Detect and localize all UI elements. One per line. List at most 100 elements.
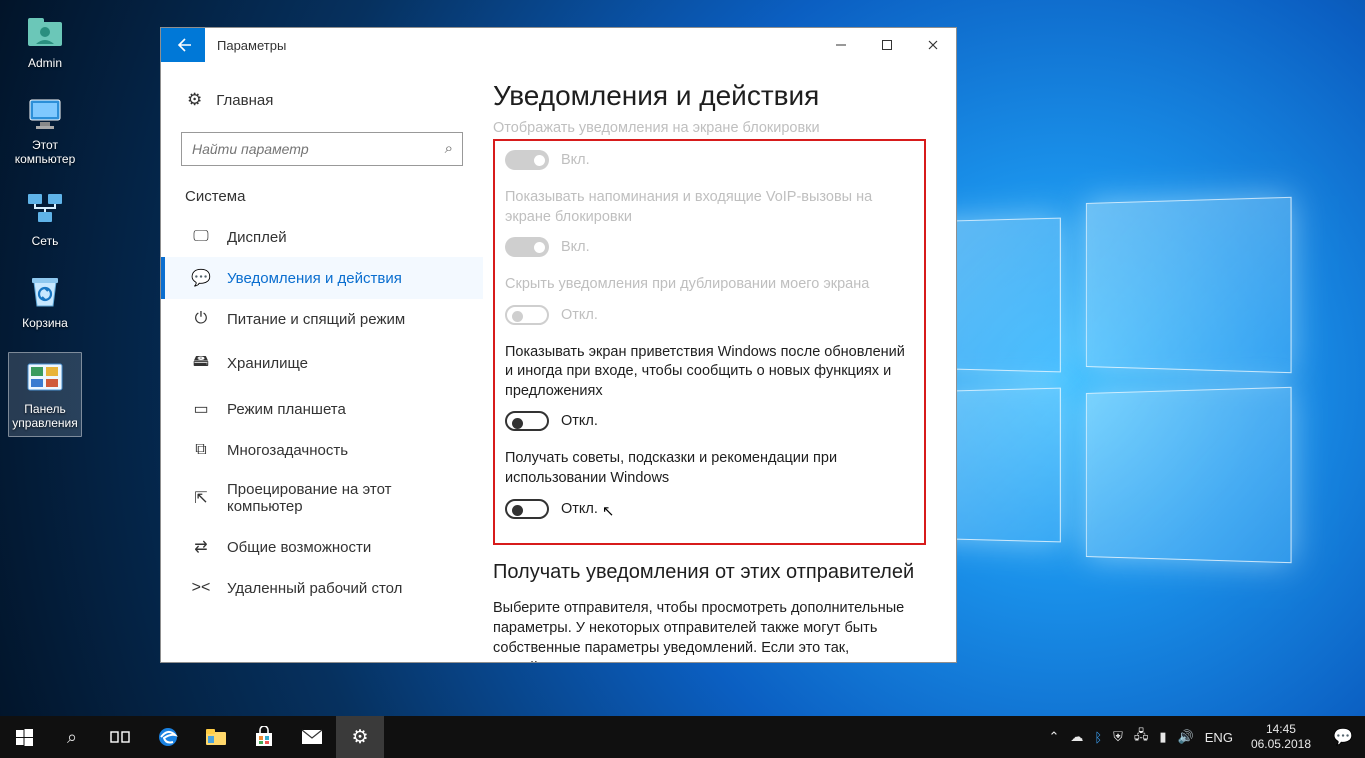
close-button[interactable]	[910, 28, 956, 62]
sidebar-item-display[interactable]: 🖵 Дисплей	[161, 217, 483, 257]
network-icon: 🖧	[1134, 726, 1149, 748]
desktop-icons: Admin Этот компьютер Сеть Корзина Панель…	[8, 10, 88, 459]
sidebar-home-label: Главная	[216, 92, 273, 109]
toggle-welcome-experience[interactable]	[505, 411, 549, 431]
window-title: Параметры	[205, 28, 818, 62]
notifications-icon: 💬	[191, 268, 211, 288]
toggle-hide-when-duplicating[interactable]	[505, 305, 549, 325]
sidebar-item-label: Дисплей	[227, 229, 287, 246]
sidebar-home[interactable]: ⚙ Главная	[161, 82, 483, 118]
windows-icon	[16, 729, 33, 746]
onedrive-icon: ☁	[1070, 729, 1083, 745]
network-icon	[24, 188, 66, 230]
gear-icon: ⚙	[351, 726, 368, 749]
option-label-cut: Отображать уведомления на экране блокиро…	[493, 120, 932, 136]
taskbar-store[interactable]	[240, 716, 288, 758]
desktop-icon-label: Этот компьютер	[8, 138, 82, 166]
desktop-icon-label: Корзина	[8, 316, 82, 330]
sidebar-item-storage[interactable]: 🖴 Хранилище	[161, 339, 483, 388]
content: Уведомления и действия Отображать уведом…	[483, 62, 956, 662]
search-button[interactable]: ⌕	[48, 716, 96, 758]
recycle-bin-icon	[24, 270, 66, 312]
sidebar-item-label: Питание и спящий режим	[227, 311, 405, 328]
desktop-icon-admin[interactable]: Admin	[8, 10, 82, 70]
remote-icon: ><	[191, 579, 211, 597]
gear-icon: ⚙	[187, 90, 202, 110]
sidebar-item-projecting[interactable]: ⇱ Проецирование на этот компьютер	[161, 470, 483, 526]
notification-icon: 💬	[1333, 727, 1353, 747]
clock-time: 14:45	[1251, 722, 1311, 737]
bluetooth-icon: ᛒ	[1094, 730, 1102, 745]
desktop-icon-label: Admin	[8, 56, 82, 70]
system-tray[interactable]: ⌃ ☁ ᛒ ⛨ 🖧 ▮ 🔊 ENG	[1040, 726, 1241, 748]
subheading: Получать уведомления от этих отправителе…	[493, 561, 932, 584]
minimize-button[interactable]	[818, 28, 864, 62]
option-label: Скрыть уведомления при дублировании моег…	[505, 275, 912, 295]
arrow-left-icon	[173, 35, 193, 55]
desktop-icon-this-pc[interactable]: Этот компьютер	[8, 92, 82, 166]
task-view-icon	[110, 729, 130, 745]
desktop-icon-network[interactable]: Сеть	[8, 188, 82, 248]
option-voip-reminders: Показывать напоминания и входящие VoIP-в…	[505, 188, 912, 257]
search-icon: ⌕	[445, 140, 453, 157]
titlebar: Параметры	[161, 28, 956, 62]
sidebar-item-remote[interactable]: >< Удаленный рабочий стол	[161, 568, 483, 608]
option-lockscreen-notifications: Вкл.	[505, 150, 912, 170]
sidebar-item-multitasking[interactable]: ⧉ Многозадачность	[161, 430, 483, 470]
desktop-icon-control-panel[interactable]: Панель управления	[8, 352, 82, 437]
sidebar: ⚙ Главная ⌕ Система 🖵 Дисплей 💬 Уведомле…	[161, 62, 483, 662]
desktop-icon-recycle-bin[interactable]: Корзина	[8, 270, 82, 330]
edge-icon	[157, 726, 179, 748]
search-container: ⌕	[181, 132, 463, 166]
sidebar-item-power[interactable]: ⏻ Питание и спящий режим	[161, 299, 483, 339]
taskbar-settings[interactable]: ⚙	[336, 716, 384, 758]
desktop-icon-label: Сеть	[8, 234, 82, 248]
taskbar-mail[interactable]	[288, 716, 336, 758]
display-icon: 🖵	[191, 228, 211, 246]
sidebar-item-label: Хранилище	[227, 355, 308, 372]
taskbar-clock[interactable]: 14:45 06.05.2018	[1241, 722, 1321, 752]
close-icon	[927, 39, 939, 51]
battery-icon: ▮	[1159, 729, 1166, 745]
sidebar-item-label: Режим планшета	[227, 401, 346, 418]
start-button[interactable]	[0, 716, 48, 758]
shared-icon: ⇄	[191, 537, 211, 557]
toggle-voip-reminders[interactable]	[505, 237, 549, 257]
maximize-icon	[881, 39, 893, 51]
sidebar-group-title: Система	[161, 188, 483, 217]
taskbar: ⌕ ⚙ ⌃ ☁ ᛒ ⛨ 🖧 ▮ 🔊 ENG 14:45 06.05.2018 💬	[0, 716, 1365, 758]
task-view-button[interactable]	[96, 716, 144, 758]
volume-icon: 🔊	[1178, 729, 1194, 745]
option-hide-when-duplicating: Скрыть уведомления при дублировании моег…	[505, 275, 912, 325]
sidebar-item-tablet[interactable]: ▭ Режим планшета	[161, 388, 483, 430]
language-indicator: ENG	[1205, 730, 1233, 745]
sidebar-item-label: Удаленный рабочий стол	[227, 580, 402, 597]
toggle-state: Откл.	[561, 307, 598, 323]
settings-window: Параметры ⚙ Главная ⌕ Система 🖵 Дисплей …	[160, 27, 957, 663]
user-folder-icon	[24, 10, 66, 52]
chevron-up-icon: ⌃	[1048, 729, 1059, 745]
option-label: Получать советы, подсказки и рекомендаци…	[505, 449, 912, 488]
toggle-lockscreen-notifications[interactable]	[505, 150, 549, 170]
highlighted-region: Вкл. Показывать напоминания и входящие V…	[493, 139, 926, 545]
action-center-button[interactable]: 💬	[1321, 727, 1365, 747]
projecting-icon: ⇱	[191, 488, 211, 508]
taskbar-edge[interactable]	[144, 716, 192, 758]
sidebar-item-notifications[interactable]: 💬 Уведомления и действия	[161, 257, 483, 299]
minimize-icon	[835, 39, 847, 51]
store-icon	[253, 726, 275, 748]
mail-icon	[301, 728, 323, 746]
back-button[interactable]	[161, 28, 205, 62]
search-input[interactable]	[181, 132, 463, 166]
taskbar-explorer[interactable]	[192, 716, 240, 758]
sidebar-item-label: Проецирование на этот компьютер	[227, 481, 471, 515]
sidebar-item-shared[interactable]: ⇄ Общие возможности	[161, 526, 483, 568]
toggle-state: Откл.	[561, 413, 598, 429]
toggle-tips-suggestions[interactable]	[505, 499, 549, 519]
option-welcome-experience: Показывать экран приветствия Windows пос…	[505, 343, 912, 432]
computer-icon	[24, 92, 66, 134]
option-label: Показывать экран приветствия Windows пос…	[505, 343, 912, 402]
toggle-state: Откл.	[561, 501, 598, 517]
maximize-button[interactable]	[864, 28, 910, 62]
security-icon: ⛨	[1113, 729, 1123, 745]
